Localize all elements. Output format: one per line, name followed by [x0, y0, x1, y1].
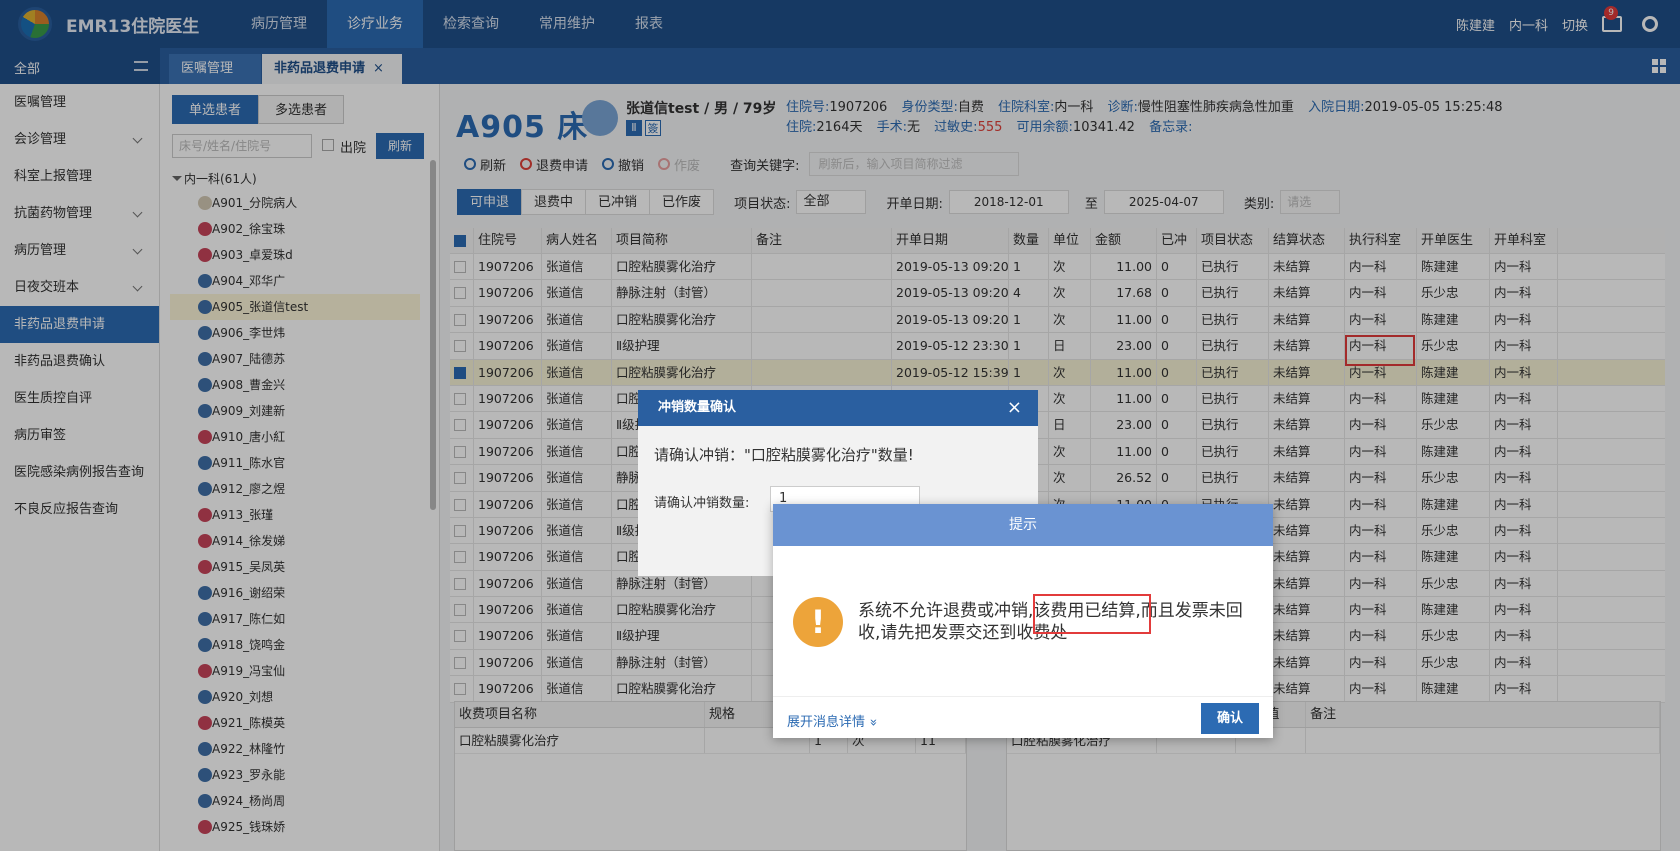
- alert-footer: 展开消息详情 » 确认: [773, 696, 1273, 738]
- confirm-button[interactable]: 确认: [1201, 703, 1259, 734]
- dialog-message: 请确认冲销："口腔粘膜雾化治疗"数量!: [654, 446, 914, 464]
- chevron-down-icon: »: [865, 718, 881, 727]
- expand-details-label: 展开消息详情: [787, 715, 866, 730]
- qty-label: 请确认冲销数量:: [654, 496, 750, 511]
- expand-details-link[interactable]: 展开消息详情 »: [787, 711, 881, 730]
- alert-title: 提示: [773, 504, 1273, 546]
- alert-dialog: 提示 ! 系统不允许退费或冲销,该费用已结算,而且发票未回收,请先把发票交还到收…: [773, 504, 1273, 738]
- highlight-box: [1033, 594, 1151, 634]
- dialog-title: 冲销数量确认: [658, 400, 737, 415]
- dialog-header: 冲销数量确认 ×: [638, 390, 1038, 426]
- warning-icon: !: [793, 597, 843, 647]
- close-icon[interactable]: ×: [1007, 390, 1022, 426]
